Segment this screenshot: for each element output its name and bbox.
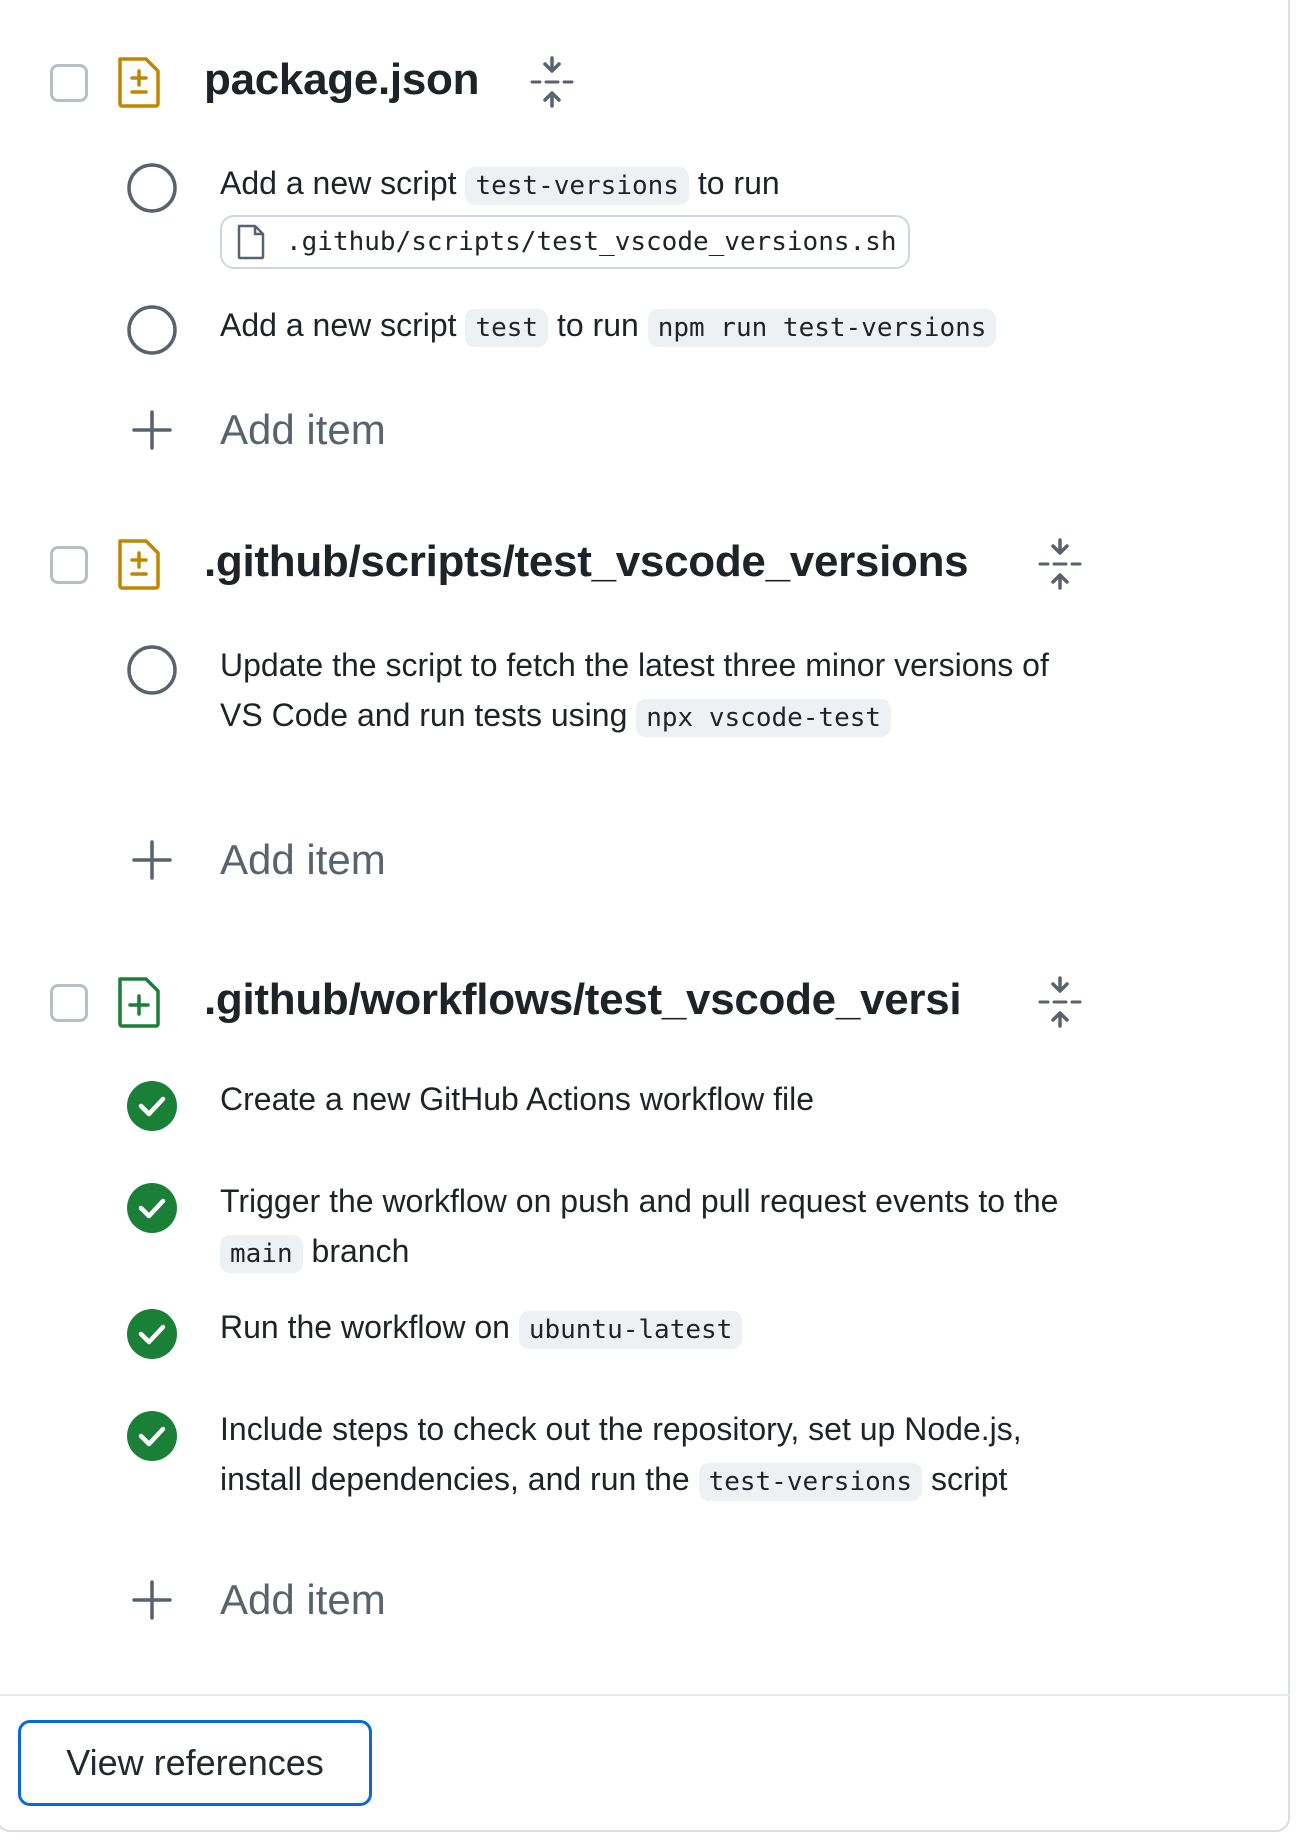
file-checkbox[interactable] [50,64,88,102]
view-references-button[interactable]: View references [18,1720,372,1806]
item-text: Include steps to check out the repositor… [220,1404,1050,1507]
circle-pending-icon[interactable] [126,644,178,696]
circle-pending-icon[interactable] [126,162,178,214]
file-diff-icon [118,539,160,590]
footer-divider [0,1694,1290,1696]
fold-icon[interactable] [1036,538,1084,590]
item-text: Create a new GitHub Actions workflow fil… [220,1081,815,1117]
fold-icon[interactable] [528,56,576,108]
check-circle-fill-icon[interactable] [126,1308,178,1360]
plus-icon [132,410,172,450]
plan-panel [0,0,1290,1832]
check-circle-fill-icon[interactable] [126,1080,178,1132]
inline-code: test [465,309,549,347]
file-header: .github/workflows/test_vscode_versi [0,968,1290,1032]
file-reference-path: .github/scripts/test_vscode_versions.sh [286,227,897,257]
file-header: .github/scripts/test_vscode_versions [0,530,1290,594]
check-circle-fill-icon[interactable] [126,1182,178,1234]
item-text: Add a new script test to run npm run tes… [220,300,1140,353]
item-text: Trigger the workflow on push and pull re… [220,1176,1100,1279]
plus-icon [132,840,172,880]
circle-pending-icon[interactable] [126,304,178,356]
item-text: Update the script to fetch the latest th… [220,640,1080,743]
file-header: package.json [0,48,1290,112]
fold-icon[interactable] [1036,976,1084,1028]
item-text: Run the workflow on ubuntu-latest [220,1302,1100,1355]
item-text: Add a new script test-versions to run .g… [220,158,1100,274]
inline-code: test-versions [465,167,689,205]
file-name: .github/workflows/test_vscode_versi [204,975,962,1024]
inline-code: test-versions [698,1463,923,1501]
file-icon [237,224,265,260]
file-diff-icon [118,57,160,108]
inline-code: npx vscode-test [636,699,892,737]
file-added-icon [118,977,160,1028]
file-checkbox[interactable] [50,984,88,1022]
inline-code: main [220,1235,303,1273]
file-reference-chip[interactable]: .github/scripts/test_vscode_versions.sh [220,215,911,269]
file-checkbox[interactable] [50,546,88,584]
inline-code: ubuntu-latest [518,1311,743,1349]
check-circle-fill-icon[interactable] [126,1410,178,1462]
plus-icon [132,1580,172,1620]
file-name: .github/scripts/test_vscode_versions [204,537,969,586]
file-name: package.json [204,55,480,104]
inline-code: npm run test-versions [647,309,997,347]
